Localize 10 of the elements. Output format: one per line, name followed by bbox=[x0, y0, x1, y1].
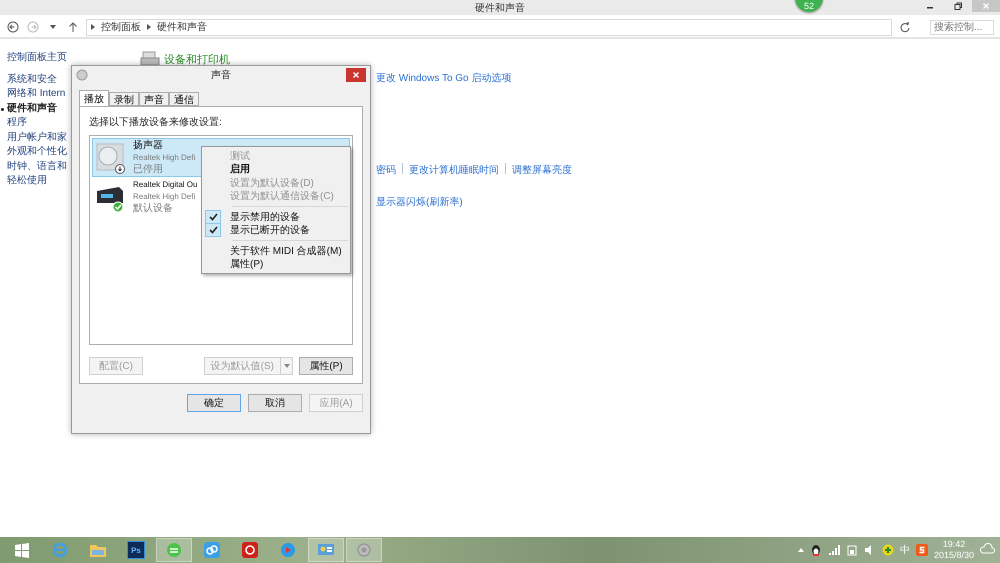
device-name: 扬声器 bbox=[133, 140, 163, 152]
photoshop-icon: Ps bbox=[127, 541, 145, 559]
dialog-title: 声音 bbox=[211, 68, 231, 82]
window-title: 硬件和声音 bbox=[475, 2, 525, 14]
device-status: 默认设备 bbox=[133, 202, 173, 214]
device-name: Realtek Digital Ou bbox=[133, 178, 198, 190]
device-driver: Realtek High Defi bbox=[133, 190, 196, 202]
device-driver: Realtek High Defi bbox=[133, 152, 196, 164]
instruction-text: 选择以下播放设备来修改设置: bbox=[89, 116, 223, 129]
device-status: 已停用 bbox=[133, 164, 163, 176]
